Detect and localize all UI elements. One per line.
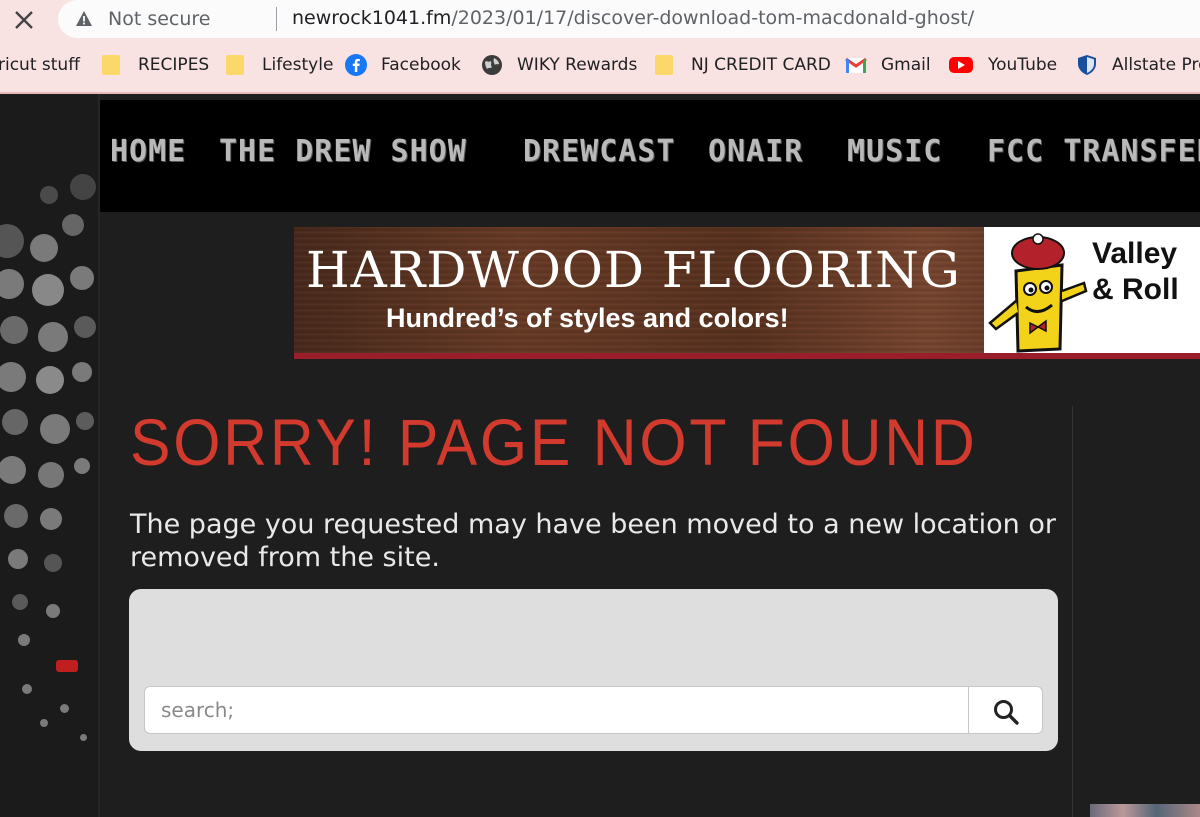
url-text[interactable]: newrock1041.fm/2023/01/17/discover-downl…: [292, 7, 974, 29]
browser-address-bar: Not secure newrock1041.fm/2023/01/17/dis…: [0, 0, 1200, 38]
url-host: newrock1041.fm: [292, 7, 452, 29]
search-button[interactable]: [968, 686, 1043, 734]
search-input[interactable]: [144, 686, 968, 734]
decorative-dot-pattern: [0, 94, 100, 817]
nav-the-drew-show[interactable]: THE DREW SHOW: [219, 134, 467, 169]
bookmark-facebook[interactable]: Facebook: [345, 52, 461, 78]
bookmark-label: YouTube: [988, 55, 1058, 75]
shield-icon: [1078, 55, 1096, 75]
ad-brand-line-2: & Roll: [1092, 273, 1179, 306]
ad-bottom-stripe: [294, 353, 1200, 359]
folder-icon: [655, 55, 673, 75]
web-page: HOME THE DREW SHOW DREWCAST ONAIR MUSIC …: [0, 94, 1200, 817]
main-navigation: HOME THE DREW SHOW DREWCAST ONAIR MUSIC …: [100, 100, 1200, 212]
bookmark-label: NJ CREDIT CARD: [691, 55, 831, 75]
close-icon[interactable]: [12, 8, 36, 32]
bookmark-label: RECIPES: [138, 55, 210, 75]
bookmark-label: Gmail: [881, 55, 931, 75]
search-panel: [129, 589, 1058, 751]
ad-brand-line-1: Valley: [1092, 237, 1178, 270]
nav-drewcast[interactable]: DREWCAST: [523, 134, 676, 169]
sidebar-divider: [1072, 406, 1073, 817]
bookmark-nj-credit-card[interactable]: NJ CREDIT CARD: [655, 52, 831, 78]
bookmark-label: ricut stuff: [0, 55, 80, 75]
search-icon: [994, 700, 1019, 725]
bookmark-lifestyle[interactable]: Lifestyle: [226, 52, 333, 78]
ad-subline: Hundred’s of styles and colors!: [386, 303, 789, 333]
bookmark-label: Facebook: [381, 55, 461, 75]
bookmark-allstate[interactable]: Allstate Pro: [1076, 52, 1200, 78]
facebook-icon: [345, 54, 367, 76]
bookmark-label: Lifestyle: [262, 55, 334, 75]
security-status[interactable]: Not secure: [108, 8, 211, 30]
bookmark-gmail[interactable]: Gmail: [845, 52, 931, 78]
mascot-icon: [988, 233, 1088, 353]
bookmark-wiky-rewards[interactable]: WIKY Rewards: [481, 52, 637, 78]
bookmark-recipes[interactable]: RECIPES: [102, 52, 209, 78]
globe-icon: [482, 55, 502, 75]
url-field[interactable]: Not secure newrock1041.fm/2023/01/17/dis…: [58, 0, 1200, 38]
ad-headline: HARDWOOD FLOORING: [306, 241, 961, 299]
folder-icon: [102, 55, 120, 75]
warning-icon[interactable]: [75, 10, 93, 28]
bookmark-label: WIKY Rewards: [517, 55, 638, 75]
bookmarks-bar: ricut stuff RECIPES Lifestyle Facebook W…: [0, 38, 1200, 94]
nav-onair[interactable]: ONAIR: [708, 134, 803, 169]
nav-fcc-transfer[interactable]: FCC TRANSFER: [987, 134, 1200, 169]
nav-music[interactable]: MUSIC: [847, 134, 942, 169]
folder-icon: [226, 55, 244, 75]
bookmark-youtube[interactable]: YouTube: [948, 52, 1057, 78]
error-title: SORRY! PAGE NOT FOUND: [130, 405, 978, 479]
youtube-icon: [949, 57, 973, 73]
bookmark-label: Allstate Pro: [1112, 55, 1200, 75]
ad-banner[interactable]: HARDWOOD FLOORING Hundred’s of styles an…: [294, 227, 1200, 359]
gmail-icon: [845, 57, 867, 73]
url-separator: [276, 7, 277, 31]
bookmark-ricut-stuff[interactable]: ricut stuff: [0, 52, 80, 78]
url-path: /2023/01/17/discover-download-tom-macdon…: [451, 7, 975, 29]
error-message: The page you requested may have been mov…: [130, 509, 1056, 573]
nav-home[interactable]: HOME: [110, 134, 186, 169]
sidebar-thumbnail[interactable]: [1090, 804, 1200, 817]
